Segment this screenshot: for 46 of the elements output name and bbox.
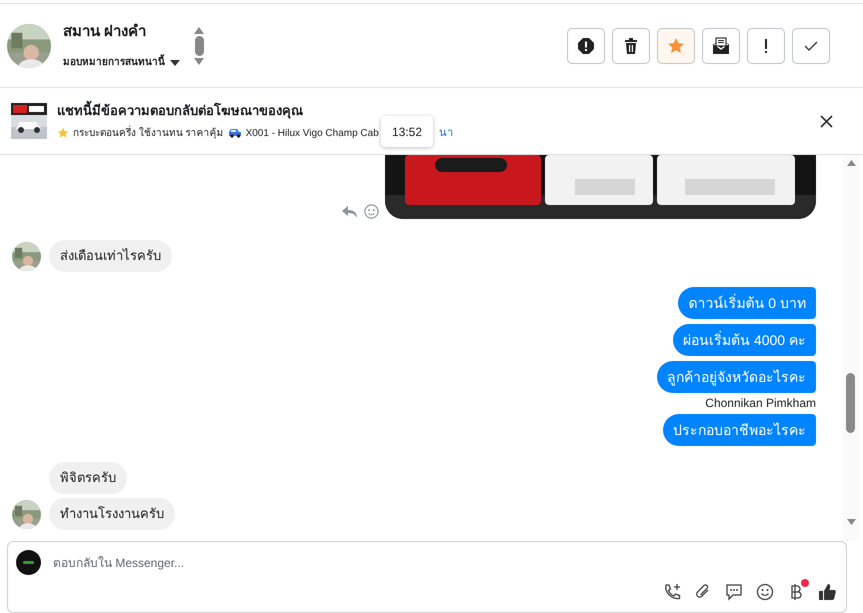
avatar <box>12 242 41 270</box>
incoming-message: ทำงานโรงงานครับ <box>49 498 175 530</box>
important-button[interactable] <box>747 28 785 64</box>
incoming-message: ส่งเดือนเท่าไรครับ <box>49 240 172 272</box>
trash-icon <box>622 36 640 54</box>
delete-button[interactable] <box>612 28 650 64</box>
spam-button[interactable] <box>567 28 605 64</box>
message-input[interactable]: ตอบกลับใน Messenger... <box>53 554 838 572</box>
sender-name: Chonnikan Pimkham <box>705 396 816 410</box>
scroll-down-icon[interactable] <box>847 519 856 525</box>
chat-bubble-icon[interactable] <box>725 583 743 601</box>
up-arrow-icon[interactable] <box>194 26 204 34</box>
assign-dropdown[interactable]: มอบหมายการสนทนานี้ <box>63 55 180 70</box>
reply-icon[interactable] <box>342 205 358 219</box>
outgoing-message: ลูกค้าอยู่จังหวัดอะไรคะ <box>657 361 816 393</box>
avatar <box>7 24 51 68</box>
thumbs-up-icon[interactable] <box>818 583 836 601</box>
star-icon <box>667 36 685 54</box>
outgoing-message: ดาวน์เริ่มต้น 0 บาท <box>678 287 816 319</box>
call-icon[interactable] <box>663 583 681 601</box>
down-arrow-icon[interactable] <box>194 58 204 64</box>
ad-link[interactable]: นา <box>438 125 453 142</box>
emoji-icon[interactable] <box>756 583 774 601</box>
unread-button[interactable] <box>702 28 740 64</box>
star-button[interactable] <box>657 28 695 64</box>
scrollbar-thumb[interactable] <box>846 373 855 433</box>
outgoing-message: ผ่อนเริ่มต้น 4000 คะ <box>673 324 816 356</box>
close-icon[interactable] <box>820 114 833 128</box>
scrollbar[interactable] <box>843 155 860 541</box>
contact-name: สมาน ฝางคำ <box>63 22 148 42</box>
envelope-icon <box>712 36 730 54</box>
ad-product-name: X001 - Hilux Vigo Champ Cab <box>246 126 379 141</box>
scroll-pill <box>194 36 204 56</box>
scroll-up-icon[interactable] <box>847 160 856 166</box>
page-avatar <box>16 550 41 575</box>
caret-icon <box>170 60 180 66</box>
outgoing-message: ประกอบอาชีพอะไรคะ <box>663 414 816 446</box>
avatar <box>12 500 41 528</box>
incoming-message: พิจิตรครับ <box>49 462 127 494</box>
ad-subtitle: กระบะตอนครึ่ง ใช้งานทน ราคาคุ้ม <box>73 126 224 141</box>
star-icon <box>57 127 69 140</box>
timestamp-tooltip: 13:52 <box>381 116 433 147</box>
car-icon <box>228 128 242 138</box>
ad-reply-title: แชทนี้มีข้อความตอบกลับต่อโฆษณาของคุณ <box>57 100 304 120</box>
done-button[interactable] <box>792 28 830 64</box>
spam-icon <box>577 36 595 54</box>
